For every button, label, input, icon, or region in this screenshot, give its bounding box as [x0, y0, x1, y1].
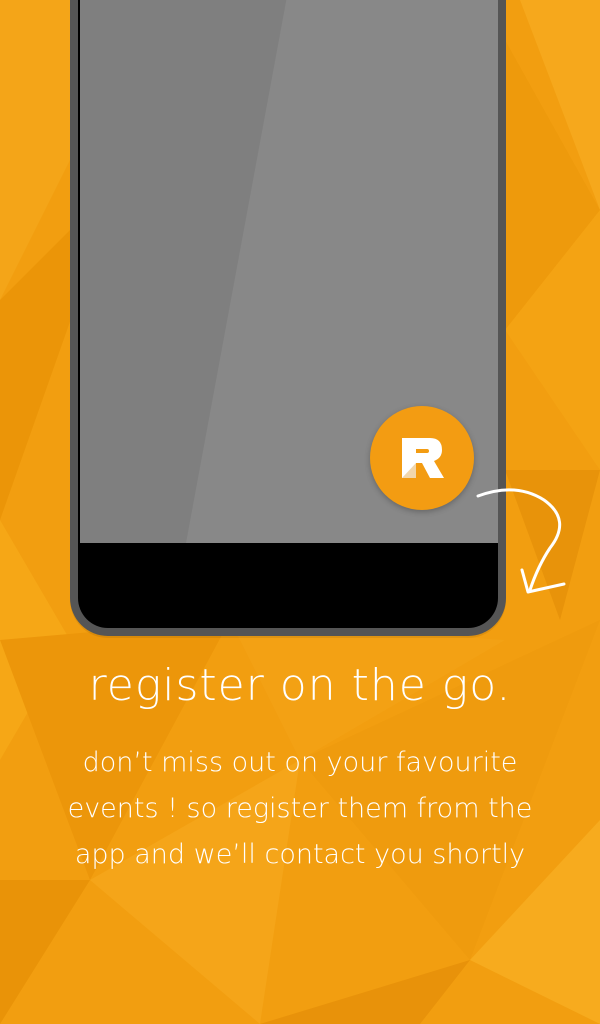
- description-line: don’t miss out on your favourite: [82, 747, 518, 778]
- description-line: app and we’ll contact you shortly: [74, 839, 526, 870]
- app-logo-r-icon: [402, 438, 444, 478]
- onboarding-description: don’t miss out on your favourite events …: [20, 740, 580, 878]
- phone-bezel: [78, 0, 498, 628]
- phone-mockup: [70, 0, 506, 636]
- app-logo-button[interactable]: [370, 406, 474, 510]
- onboarding-title: register on the go.: [88, 660, 512, 711]
- curved-arrow-icon: [476, 488, 566, 594]
- description-line: events ! so register them from the: [67, 793, 533, 824]
